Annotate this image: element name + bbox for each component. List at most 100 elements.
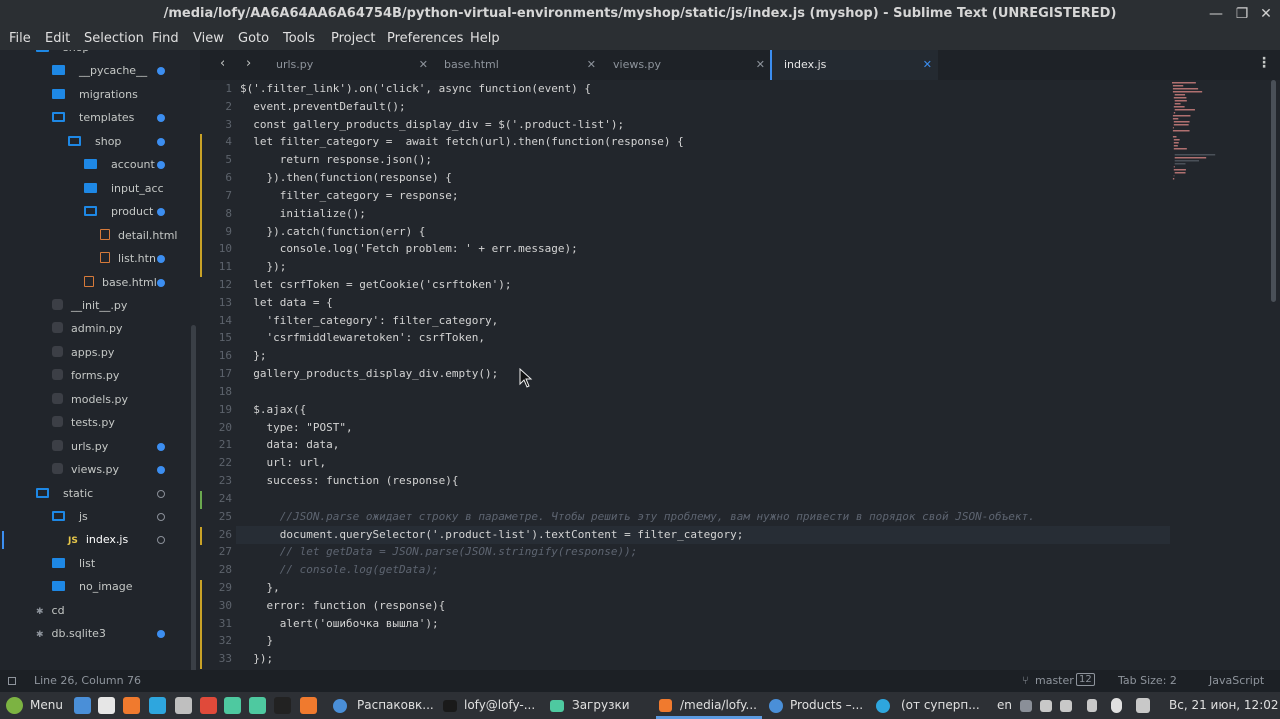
code-line[interactable]: let filter_category = await fetch(url).t… bbox=[240, 135, 683, 148]
sidebar-item[interactable]: templates bbox=[52, 107, 165, 129]
task-sublime[interactable]: /media/lofy... bbox=[680, 696, 757, 715]
code-line[interactable]: return response.json(); bbox=[240, 153, 432, 166]
files-launcher-icon[interactable] bbox=[98, 697, 115, 714]
app-launcher-icon[interactable] bbox=[200, 697, 217, 714]
syntax-mode[interactable]: JavaScript bbox=[1209, 674, 1264, 687]
code-line[interactable]: event.preventDefault(); bbox=[240, 100, 405, 113]
menu-button[interactable]: Menu bbox=[30, 696, 63, 715]
steam-launcher-icon[interactable] bbox=[175, 697, 192, 714]
task-terminal[interactable]: lofy@lofy-... bbox=[464, 696, 535, 715]
chromium-launcher-icon[interactable] bbox=[74, 697, 91, 714]
tab-index[interactable]: index.js ✕ bbox=[770, 50, 938, 80]
git-branch[interactable]: master bbox=[1035, 674, 1074, 687]
sidebar-item[interactable]: admin.py bbox=[52, 318, 122, 340]
menu-goto[interactable]: Goto bbox=[238, 31, 269, 46]
sidebar-item[interactable]: ✱ cd bbox=[36, 600, 65, 622]
sidebar-item[interactable]: apps.py bbox=[52, 342, 114, 364]
volume-icon[interactable] bbox=[1060, 700, 1072, 712]
code-line[interactable]: document.querySelector('.product-list').… bbox=[240, 528, 744, 541]
code-line[interactable]: // let getData = JSON.parse(JSON.stringi… bbox=[240, 545, 638, 558]
code-line[interactable]: }).catch(function(err) { bbox=[240, 225, 425, 238]
menu-help[interactable]: Help bbox=[470, 31, 500, 46]
close-icon[interactable]: ✕ bbox=[923, 50, 932, 80]
security-shield-icon[interactable] bbox=[1136, 698, 1150, 713]
tab-views[interactable]: views.py ✕ bbox=[601, 50, 771, 80]
nav-forward-icon[interactable]: › bbox=[246, 56, 251, 71]
sidebar-item[interactable]: shop bbox=[68, 131, 165, 153]
task-products[interactable]: Products –... bbox=[790, 696, 863, 715]
code-line[interactable]: type: "POST", bbox=[240, 421, 352, 434]
code-line[interactable]: url: url, bbox=[240, 456, 326, 469]
code-line[interactable]: console.log('Fetch problem: ' + err.mess… bbox=[240, 242, 578, 255]
menu-preferences[interactable]: Preferences bbox=[387, 31, 463, 46]
menu-project[interactable]: Project bbox=[331, 31, 375, 46]
close-icon[interactable]: ✕ bbox=[587, 50, 596, 80]
code-line[interactable]: } bbox=[240, 634, 273, 647]
code-line[interactable]: gallery_products_display_div.empty(); bbox=[240, 367, 498, 380]
code-line[interactable]: $('.filter_link').on('click', async func… bbox=[240, 82, 591, 95]
network-icon[interactable] bbox=[1040, 700, 1052, 712]
code-line[interactable]: 'csrfmiddlewaretoken': csrfToken, bbox=[240, 331, 485, 344]
tab-size[interactable]: Tab Size: 2 bbox=[1118, 674, 1177, 687]
sidebar-item[interactable]: product bbox=[84, 201, 165, 223]
minimap[interactable] bbox=[1170, 80, 1265, 190]
code-editor[interactable]: 1 $('.filter_link').on('click', async fun… bbox=[200, 80, 1280, 670]
sidebar-item[interactable]: forms.py bbox=[52, 365, 119, 387]
sidebar-item[interactable]: input_acc bbox=[84, 178, 164, 200]
sidebar-item[interactable]: static bbox=[36, 483, 165, 505]
code-line[interactable]: alert('ошибочка вышла'); bbox=[240, 617, 439, 630]
code-line[interactable]: success: function (response){ bbox=[240, 474, 458, 487]
code-line[interactable]: 'filter_category': filter_category, bbox=[240, 314, 498, 327]
minimize-icon[interactable]: — bbox=[1206, 0, 1226, 28]
bluetooth-icon[interactable] bbox=[1111, 698, 1122, 713]
sidebar-item[interactable]: base.html bbox=[84, 272, 165, 294]
code-line[interactable]: // console.log(getData); bbox=[240, 563, 439, 576]
code-line[interactable]: initialize(); bbox=[240, 207, 366, 220]
code-line[interactable]: let csrfToken = getCookie('csrftoken'); bbox=[240, 278, 511, 291]
menu-view[interactable]: View bbox=[193, 31, 224, 46]
sidebar-item[interactable]: list bbox=[52, 553, 95, 575]
tab-base[interactable]: base.html ✕ bbox=[432, 50, 602, 80]
code-line[interactable]: const gallery_products_display_div = $('… bbox=[240, 118, 624, 131]
clock[interactable]: Вс, 21 июн, 12:02 bbox=[1169, 696, 1279, 715]
sidebar-item[interactable]: models.py bbox=[52, 389, 128, 411]
sidebar-item[interactable]: list.htn bbox=[100, 248, 165, 270]
menu-tools[interactable]: Tools bbox=[283, 31, 315, 46]
task-files[interactable]: Загрузки bbox=[572, 696, 630, 715]
sidebar-scrollbar[interactable] bbox=[191, 325, 196, 670]
sidebar-item[interactable]: __pycache__ bbox=[52, 60, 165, 82]
code-line[interactable]: }).then(function(response) { bbox=[240, 171, 451, 184]
sidebar-item[interactable]: JS index.js bbox=[68, 529, 165, 551]
code-line[interactable]: error: function (response){ bbox=[240, 599, 445, 612]
mint-menu-icon[interactable] bbox=[6, 697, 23, 714]
folder-launcher-icon[interactable] bbox=[249, 697, 266, 714]
more-menu-icon[interactable]: ⋮ bbox=[1257, 55, 1271, 71]
sublime-launcher-icon[interactable] bbox=[300, 697, 317, 714]
telegram-launcher-icon[interactable] bbox=[149, 697, 166, 714]
code-line[interactable]: //JSON.parse ожидает строку в параметре.… bbox=[240, 510, 1035, 523]
battery-icon[interactable] bbox=[1087, 699, 1097, 712]
sublime-launcher-icon[interactable] bbox=[123, 697, 140, 714]
code-line[interactable]: data: data, bbox=[240, 438, 339, 451]
sidebar-item[interactable]: tests.py bbox=[52, 412, 115, 434]
tab-urls[interactable]: urls.py ✕ bbox=[264, 50, 434, 80]
terminal-launcher-icon[interactable] bbox=[274, 697, 291, 714]
task-chromium[interactable]: Распаковк... bbox=[357, 696, 434, 715]
menu-file[interactable]: File bbox=[9, 31, 31, 46]
menu-edit[interactable]: Edit bbox=[45, 31, 70, 46]
keyboard-layout[interactable]: en bbox=[997, 696, 1012, 715]
editor-scrollbar[interactable] bbox=[1271, 80, 1276, 302]
code-line[interactable]: }); bbox=[240, 260, 286, 273]
code-line[interactable]: $.ajax({ bbox=[240, 403, 306, 416]
nav-back-icon[interactable]: ‹ bbox=[220, 56, 225, 71]
code-line[interactable]: filter_category = response; bbox=[240, 189, 459, 202]
close-icon[interactable]: ✕ bbox=[419, 50, 428, 80]
tray-icon[interactable] bbox=[1020, 700, 1032, 712]
close-icon[interactable]: ✕ bbox=[1256, 0, 1276, 28]
sidebar-item[interactable]: account bbox=[84, 154, 165, 176]
sidebar-item[interactable]: js bbox=[52, 506, 165, 528]
sidebar-item[interactable]: views.py bbox=[52, 459, 165, 481]
sidebar-item[interactable]: ✱ db.sqlite3 bbox=[36, 623, 165, 645]
sidebar-item[interactable]: migrations bbox=[52, 84, 138, 106]
menu-find[interactable]: Find bbox=[152, 31, 179, 46]
